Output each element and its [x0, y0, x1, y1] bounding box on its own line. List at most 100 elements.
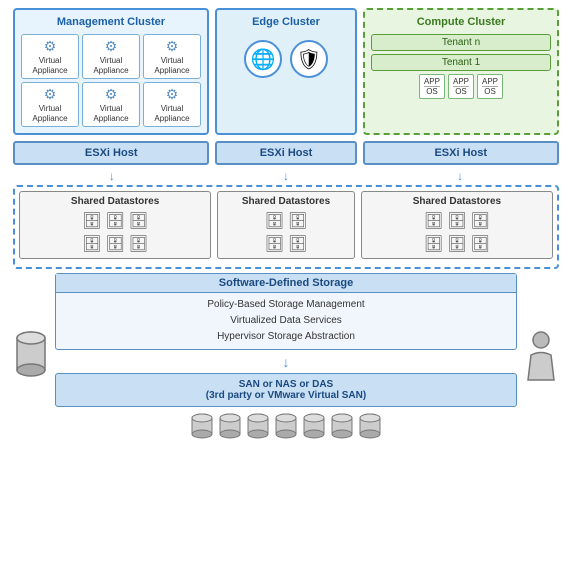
edge-icons: 🌐 🛡 — [223, 34, 349, 84]
disk-e2: 🗄 — [288, 211, 308, 231]
disk-c5: 🗄 — [447, 234, 467, 254]
diagram: Management Cluster ⚙ VirtualAppliance ⚙ … — [0, 0, 572, 571]
person-icon — [526, 330, 556, 385]
bottom-disk-7 — [359, 413, 381, 441]
va-box-4: ⚙ VirtualAppliance — [21, 82, 79, 127]
va-icon-4: ⚙ — [24, 86, 76, 103]
bottom-disk-6 — [331, 413, 353, 441]
management-cluster: Management Cluster ⚙ VirtualAppliance ⚙ … — [13, 8, 209, 135]
app-box-1: APPOS — [419, 74, 445, 99]
clusters-row: Management Cluster ⚙ VirtualAppliance ⚙ … — [13, 8, 559, 135]
db-cylinder-icon — [15, 330, 47, 385]
bottom-disk-3 — [247, 413, 269, 441]
disk-row-1: 🗄 🗄 🗄 — [24, 211, 206, 231]
disk-1: 🗄 — [82, 211, 102, 231]
esxi-label-3: ESXi Host — [434, 147, 487, 159]
center-storage: Software-Defined Storage Policy-Based St… — [55, 273, 517, 441]
esxi-label-1: ESXi Host — [85, 147, 138, 159]
edge-cluster-title: Edge Cluster — [223, 16, 349, 28]
va-label-2: VirtualAppliance — [93, 56, 128, 75]
datastores-row: Shared Datastores 🗄 🗄 🗄 🗄 🗄 🗄 Shared Dat… — [19, 191, 553, 259]
bottom-disk-1 — [191, 413, 213, 441]
bottom-disks-row — [55, 413, 517, 441]
datastore-compute: Shared Datastores 🗄 🗄 🗄 🗄 🗄 🗄 — [361, 191, 553, 259]
right-person — [523, 273, 559, 441]
va-box-2: ⚙ VirtualAppliance — [82, 34, 140, 79]
va-icon-6: ⚙ — [146, 86, 198, 103]
app-box-2: APPOS — [448, 74, 474, 99]
compute-cluster: Compute Cluster Tenant n Tenant 1 APPOS … — [363, 8, 559, 135]
va-label-6: VirtualAppliance — [154, 104, 189, 123]
sds-line3: Hypervisor Storage Abstraction — [60, 329, 512, 345]
disk-4: 🗄 — [82, 234, 102, 254]
left-db — [13, 273, 49, 441]
arrow-3: ↓ — [361, 169, 559, 183]
san-line2: (3rd party or VMware Virtual SAN) — [61, 390, 511, 401]
esxi-row: ESXi Host ESXi Host ESXi Host — [13, 141, 559, 165]
disk-c6: 🗄 — [470, 234, 490, 254]
arrow-1: ↓ — [13, 169, 211, 183]
esxi-label-2: ESXi Host — [260, 147, 313, 159]
va-label-1: VirtualAppliance — [32, 56, 67, 75]
management-cluster-title: Management Cluster — [21, 16, 201, 28]
datastore-title-1: Shared Datastores — [24, 196, 206, 207]
va-box-1: ⚙ VirtualAppliance — [21, 34, 79, 79]
san-line1: SAN or NAS or DAS — [61, 379, 511, 390]
globe-icon-circle: 🌐 — [244, 40, 282, 78]
app-box-3: APPOS — [477, 74, 503, 99]
disk-5: 🗄 — [105, 234, 125, 254]
va-icon-5: ⚙ — [85, 86, 137, 103]
bottom-disk-5 — [303, 413, 325, 441]
sds-line2: Virtualized Data Services — [60, 313, 512, 329]
compute-cluster-title: Compute Cluster — [371, 16, 551, 28]
sds-content: Policy-Based Storage Management Virtuali… — [56, 293, 516, 349]
bottom-disk-4 — [275, 413, 297, 441]
datastore-title-3: Shared Datastores — [366, 196, 548, 207]
disk-c1: 🗄 — [423, 211, 443, 231]
globe-icon: 🌐 — [251, 47, 276, 72]
va-icon-1: ⚙ — [24, 38, 76, 55]
va-icon-2: ⚙ — [85, 38, 137, 55]
disk-c2: 🗄 — [447, 211, 467, 231]
sds-title: Software-Defined Storage — [56, 274, 516, 293]
datastores-outer: Shared Datastores 🗄 🗄 🗄 🗄 🗄 🗄 Shared Dat… — [13, 185, 559, 269]
esxi-host-edge: ESXi Host — [215, 141, 356, 165]
sds-box: Software-Defined Storage Policy-Based St… — [55, 273, 517, 350]
arrow-2: ↓ — [217, 169, 355, 183]
esxi-host-management: ESXi Host — [13, 141, 209, 165]
esxi-host-compute: ESXi Host — [363, 141, 559, 165]
va-box-5: ⚙ VirtualAppliance — [82, 82, 140, 127]
va-box-6: ⚙ VirtualAppliance — [143, 82, 201, 127]
disk-c4: 🗄 — [423, 234, 443, 254]
disk-c3: 🗄 — [470, 211, 490, 231]
shield-icon: 🛡 — [296, 47, 321, 72]
disk-2: 🗄 — [105, 211, 125, 231]
disk-e1: 🗄 — [264, 211, 284, 231]
disk-row-3b: 🗄 🗄 🗄 — [366, 234, 548, 254]
edge-cluster: Edge Cluster 🌐 🛡 — [215, 8, 357, 135]
disk-row-2: 🗄 🗄 — [222, 211, 350, 231]
disk-e4: 🗄 — [288, 234, 308, 254]
disk-3: 🗄 — [128, 211, 148, 231]
va-box-3: ⚙ VirtualAppliance — [143, 34, 201, 79]
middle-section: Software-Defined Storage Policy-Based St… — [13, 273, 559, 441]
disk-row-2b: 🗄 🗄 — [222, 234, 350, 254]
bottom-disk-2 — [219, 413, 241, 441]
tenant-1-box: Tenant 1 — [371, 54, 551, 71]
san-box: SAN or NAS or DAS (3rd party or VMware V… — [55, 373, 517, 407]
disk-row-3: 🗄 🗄 🗄 — [366, 211, 548, 231]
datastore-edge: Shared Datastores 🗄 🗄 🗄 🗄 — [217, 191, 355, 259]
tenant-n-box: Tenant n — [371, 34, 551, 51]
app-row: APPOS APPOS APPOS — [371, 74, 551, 99]
shield-icon-circle: 🛡 — [290, 40, 328, 78]
disk-6: 🗄 — [128, 234, 148, 254]
sds-line1: Policy-Based Storage Management — [60, 297, 512, 313]
va-icon-3: ⚙ — [146, 38, 198, 55]
storage-arrow: ↓ — [55, 354, 517, 370]
esxi-arrows: ↓ ↓ ↓ — [13, 169, 559, 183]
va-label-4: VirtualAppliance — [32, 104, 67, 123]
datastore-title-2: Shared Datastores — [222, 196, 350, 207]
datastore-management: Shared Datastores 🗄 🗄 🗄 🗄 🗄 🗄 — [19, 191, 211, 259]
va-label-3: VirtualAppliance — [154, 56, 189, 75]
disk-e3: 🗄 — [264, 234, 284, 254]
